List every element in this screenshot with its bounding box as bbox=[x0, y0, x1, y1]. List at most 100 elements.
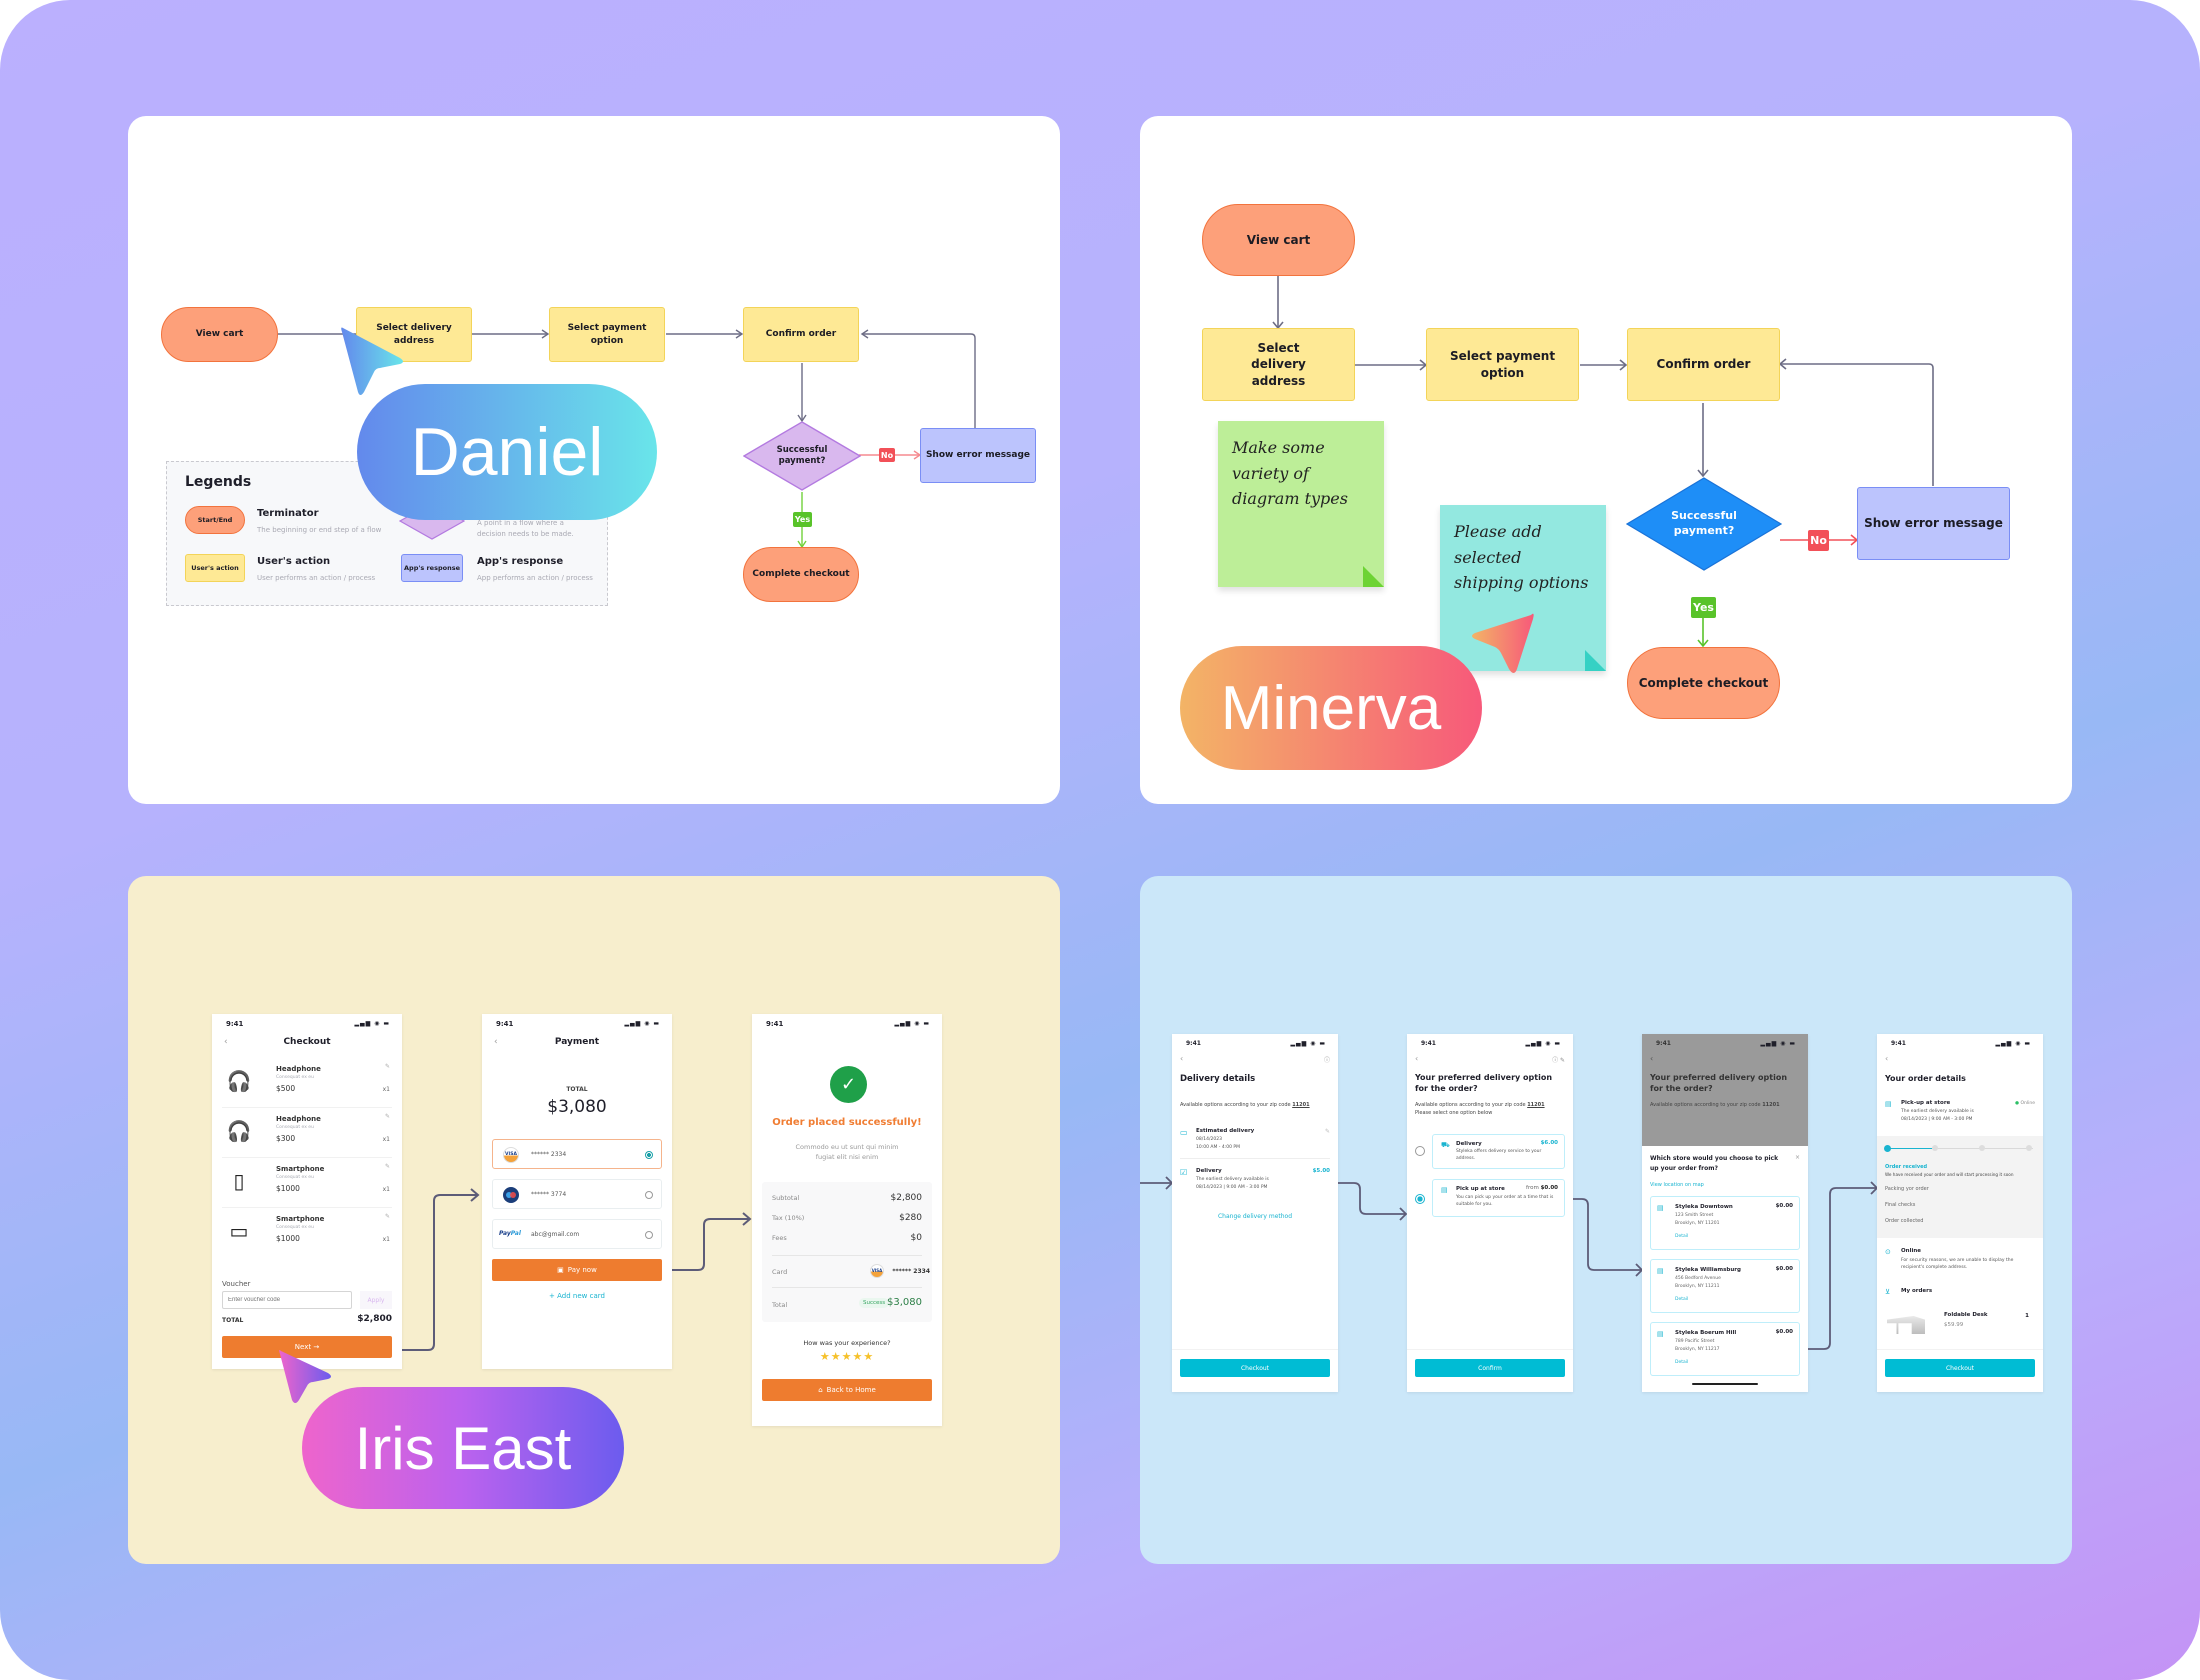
node-confirm-order[interactable]: Confirm order bbox=[1627, 328, 1780, 401]
screen-title: Your preferred delivery option for the o… bbox=[1415, 1073, 1553, 1094]
close-icon[interactable]: × bbox=[1795, 1154, 1800, 1161]
edit-icon[interactable]: ✎ bbox=[385, 1163, 390, 1170]
payment-method[interactable]: ****** 3774 bbox=[492, 1179, 662, 1209]
product-image: ▯ bbox=[233, 1169, 245, 1193]
store-card[interactable]: ▤ Styleka Boerum Hill $0.00 789 Pacific … bbox=[1650, 1322, 1800, 1376]
estimated-date: 08/14/2023 bbox=[1196, 1137, 1222, 1142]
back-icon[interactable]: ‹ bbox=[1180, 1054, 1183, 1063]
change-delivery-link[interactable]: Change delivery method bbox=[1172, 1213, 1338, 1220]
store-address: 123 Smith Street bbox=[1675, 1213, 1714, 1218]
legend-app-response-desc: App performs an action / process bbox=[477, 574, 593, 582]
connector-payment-success bbox=[662, 1218, 750, 1271]
status-time: 9:41 bbox=[1421, 1040, 1436, 1047]
back-icon[interactable]: ‹ bbox=[1885, 1054, 1888, 1063]
edit-icon[interactable]: ✎ bbox=[385, 1213, 390, 1220]
option-delivery-card[interactable]: ⛟ Delivery $6.00 Styleka offers delivery… bbox=[1432, 1134, 1565, 1169]
star-icon[interactable]: ★ bbox=[820, 1350, 831, 1363]
legend-user-action-shape: User's action bbox=[185, 554, 245, 582]
delivery-price: $5.00 bbox=[1312, 1168, 1330, 1174]
payment-method-label: ****** 3774 bbox=[531, 1191, 567, 1198]
store-card[interactable]: ▤ Styleka Downtown $0.00 123 Smith Stree… bbox=[1650, 1196, 1800, 1250]
sheet-title: Which store would you choose to pick up … bbox=[1650, 1155, 1779, 1172]
store-detail-link[interactable]: Detail bbox=[1675, 1297, 1688, 1302]
node-confirm-order[interactable]: Confirm order bbox=[743, 307, 859, 362]
store-detail-link[interactable]: Detail bbox=[1675, 1234, 1688, 1239]
cart-item: ▭ Smartphone Consequat ex eu $1000 ✎ x1 bbox=[222, 1210, 392, 1258]
phone-order-details: 9:41 ▂▄▆ ◉ ▬ ‹ Your order details ▤ Pick… bbox=[1877, 1034, 2043, 1392]
help-edit-icons[interactable]: ⓘ ✎ bbox=[1552, 1055, 1565, 1064]
product-image: 🎧 bbox=[226, 1119, 252, 1143]
node-complete-checkout[interactable]: Complete checkout bbox=[1627, 647, 1780, 719]
help-icon[interactable]: ⓘ bbox=[1324, 1055, 1330, 1064]
option-desc: You can pick up your order at a time tha… bbox=[1456, 1195, 1554, 1207]
view-map-link[interactable]: View location on map bbox=[1650, 1182, 1704, 1188]
phone-payment: 9:41 ▂▄▆ ◉ ▬ ‹ Payment TOTAL $3,080 VISA… bbox=[482, 1014, 672, 1369]
back-icon[interactable]: ‹ bbox=[1415, 1054, 1418, 1063]
status-icons: ▂▄▆ ◉ ▬ bbox=[624, 1020, 660, 1027]
collaborator-badge-minerva: Minerva bbox=[1180, 646, 1482, 770]
step-desc: We have received your order and will sta… bbox=[1885, 1172, 2014, 1177]
connector-checkout-payment bbox=[390, 1194, 478, 1351]
node-show-error[interactable]: Show error message bbox=[1857, 487, 2010, 560]
success-subtitle: Commodo eu ut sunt qui minim fugiat elit… bbox=[795, 1143, 899, 1162]
node-complete-checkout[interactable]: Complete checkout bbox=[743, 547, 859, 602]
collaborator-badge-iris-east: Iris East bbox=[302, 1387, 624, 1509]
divider bbox=[1407, 1349, 1573, 1350]
bottom-sheet: Which store would you choose to pick up … bbox=[1642, 1146, 1808, 1392]
radio-button[interactable] bbox=[645, 1151, 653, 1159]
status-icons: ▂▄▆ ◉ ▬ bbox=[1290, 1040, 1326, 1047]
item-qty: x1 bbox=[382, 1136, 390, 1143]
payment-method[interactable]: VISA ****** 2334 bbox=[492, 1139, 662, 1169]
confirm-button[interactable]: Confirm bbox=[1415, 1359, 1565, 1377]
pickup-desc: The earliest delivery available is bbox=[1901, 1109, 1974, 1114]
edit-icon[interactable]: ✎ bbox=[385, 1063, 390, 1070]
star-icon[interactable]: ★ bbox=[852, 1350, 863, 1363]
apply-button[interactable]: Apply bbox=[360, 1291, 392, 1309]
item-desc: Consequat ex eu bbox=[276, 1175, 314, 1180]
progress-tracker: Order received We have received your ord… bbox=[1877, 1136, 2043, 1238]
connector-error-confirm bbox=[1780, 363, 1934, 486]
wallet-icon: ▣ bbox=[557, 1266, 564, 1274]
connector-s2-s3 bbox=[1566, 1198, 1642, 1271]
radio-pickup-selected[interactable] bbox=[1415, 1194, 1425, 1204]
screen-title: Delivery details bbox=[1180, 1074, 1256, 1084]
payment-method[interactable]: PayPal abc@gmail.com bbox=[492, 1219, 662, 1249]
product-image: 🎧 bbox=[226, 1069, 252, 1093]
store-card[interactable]: ▤ Styleka Williamsburg $0.00 456 Bedford… bbox=[1650, 1259, 1800, 1313]
item-price: $1000 bbox=[276, 1234, 300, 1243]
edit-icon[interactable]: ✎ bbox=[1325, 1128, 1330, 1135]
store-detail-link[interactable]: Detail bbox=[1675, 1360, 1688, 1365]
rating-stars[interactable]: ★★★★★ bbox=[752, 1350, 942, 1363]
voucher-input[interactable] bbox=[222, 1291, 352, 1309]
product-image bbox=[1887, 1316, 1925, 1334]
sticky-note-green[interactable]: Make some variety of diagram types bbox=[1218, 421, 1384, 587]
node-view-cart[interactable]: View cart bbox=[1202, 204, 1355, 276]
star-icon[interactable]: ★ bbox=[863, 1350, 874, 1363]
status-time: 9:41 bbox=[1891, 1040, 1906, 1047]
edit-icon[interactable]: ✎ bbox=[385, 1113, 390, 1120]
node-show-error[interactable]: Show error message bbox=[920, 428, 1036, 483]
no-tag: No bbox=[1808, 530, 1829, 551]
pay-now-button[interactable]: ▣ Pay now bbox=[492, 1259, 662, 1281]
card-value: ****** 2334 bbox=[892, 1268, 930, 1275]
radio-button[interactable] bbox=[645, 1191, 653, 1199]
radio-delivery[interactable] bbox=[1415, 1146, 1425, 1156]
star-icon[interactable]: ★ bbox=[831, 1350, 842, 1363]
node-view-cart[interactable]: View cart bbox=[161, 307, 278, 362]
phone-delivery-details: 9:41 ▂▄▆ ◉ ▬ ‹ ⓘ Delivery details Availa… bbox=[1172, 1034, 1338, 1392]
option-pickup-card[interactable]: ▤ Pick up at store from $0.00 You can pi… bbox=[1432, 1179, 1565, 1217]
checkout-button[interactable]: Checkout bbox=[1885, 1359, 2035, 1377]
cart-item: ▯ Smartphone Consequat ex eu $1000 ✎ x1 bbox=[222, 1160, 392, 1208]
visa-icon: VISA bbox=[870, 1264, 884, 1278]
item-name: Smartphone bbox=[276, 1165, 325, 1173]
hint-text: Please select one option below bbox=[1415, 1110, 1493, 1116]
total-label: TOTAL bbox=[222, 1317, 244, 1324]
back-home-button[interactable]: ⌂ Back to Home bbox=[762, 1379, 932, 1401]
node-select-payment[interactable]: Select payment option bbox=[549, 307, 665, 362]
node-select-delivery[interactable]: Select delivery address bbox=[1202, 328, 1355, 401]
star-icon[interactable]: ★ bbox=[842, 1350, 853, 1363]
node-select-payment[interactable]: Select payment option bbox=[1426, 328, 1579, 401]
radio-button[interactable] bbox=[645, 1231, 653, 1239]
add-card-link[interactable]: + Add new card bbox=[482, 1292, 672, 1300]
checkout-button[interactable]: Checkout bbox=[1180, 1359, 1330, 1377]
